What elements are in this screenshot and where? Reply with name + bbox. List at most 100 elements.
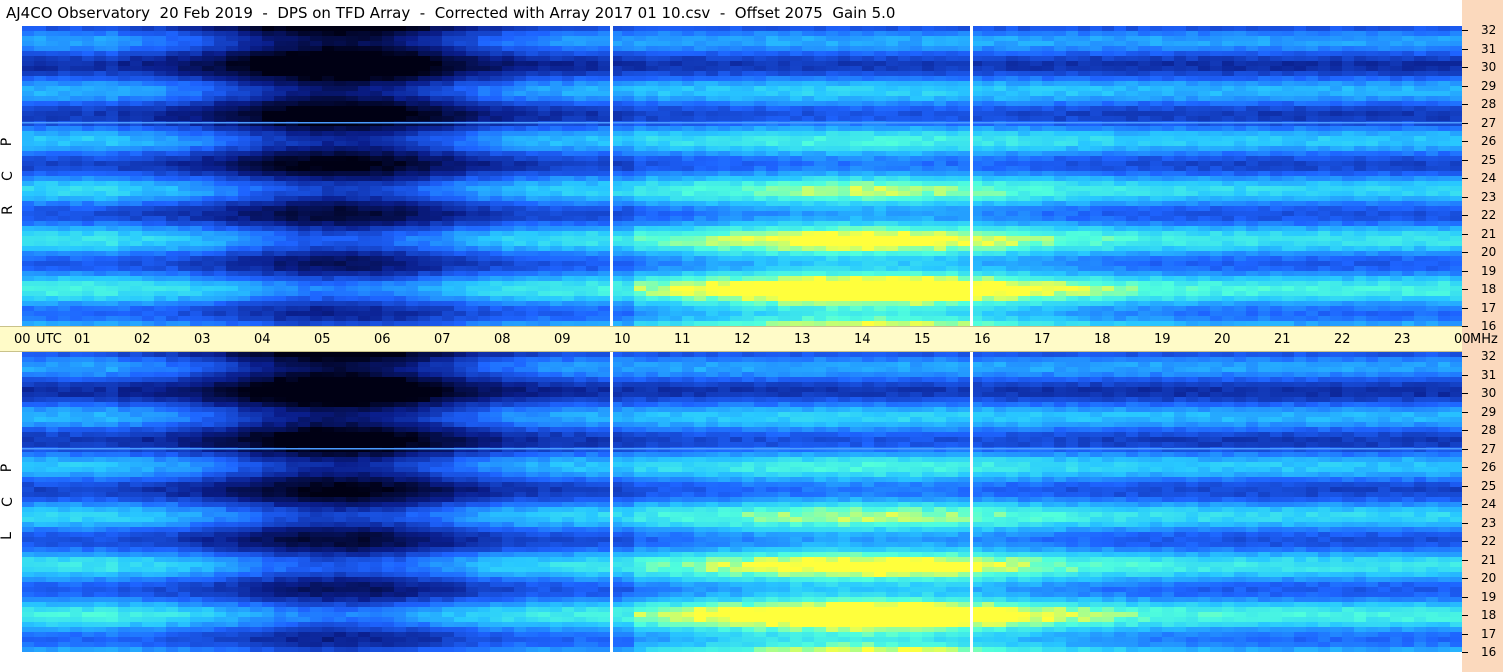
spectrogram-cell (70, 226, 83, 232)
spectrogram-cell (1114, 206, 1127, 212)
spectrogram-cell (682, 26, 695, 32)
spectrogram-cell (706, 151, 719, 157)
spectrogram-cell (646, 81, 659, 87)
spectrogram-cell (826, 176, 839, 182)
spectrogram-cell (226, 61, 239, 67)
spectrogram-cell (1042, 206, 1055, 212)
spectrogram-cell (1342, 166, 1355, 172)
spectrogram-cell (250, 201, 263, 207)
spectrogram-cell (322, 171, 335, 177)
spectrogram-cell (130, 101, 143, 107)
spectrogram-cell (814, 171, 827, 177)
spectrogram-cell (58, 171, 71, 177)
spectrogram-cell (130, 91, 143, 97)
spectrogram-cell (34, 116, 47, 122)
spectrogram-cell (106, 231, 119, 237)
spectrogram-cell (1426, 81, 1439, 87)
spectrogram-cell (850, 186, 863, 192)
spectrogram-cell (934, 76, 947, 82)
spectrogram-cell (346, 51, 359, 57)
spectrogram-cell (238, 111, 251, 117)
spectrogram-cell (502, 41, 515, 47)
spectrogram-cell (1390, 56, 1403, 62)
spectrogram-cell (46, 96, 59, 102)
spectrogram-cell (226, 201, 239, 207)
spectrogram-cell (1030, 31, 1043, 37)
spectrogram-cell (838, 151, 851, 157)
spectrogram-cell (550, 191, 563, 197)
spectrogram-cell (814, 181, 827, 187)
spectrogram-cell (1150, 196, 1163, 202)
spectrogram-cell (1342, 196, 1355, 202)
spectrogram-cell (106, 151, 119, 157)
spectrogram-cell (190, 66, 203, 72)
spectrogram-cell (226, 226, 239, 232)
spectrogram-cell (406, 216, 419, 222)
spectrogram-cell (1378, 216, 1391, 222)
spectrogram-cell (1006, 56, 1019, 62)
spectrogram-cell (922, 146, 935, 152)
spectrogram-cell (490, 36, 503, 42)
spectrogram-cell (1138, 146, 1151, 152)
spectrogram-cell (706, 96, 719, 102)
spectrogram-cell (1330, 26, 1343, 32)
spectrogram-cell (298, 81, 311, 87)
spectrogram-cell (250, 131, 263, 137)
spectrogram-cell (154, 141, 167, 147)
spectrogram-cell (910, 221, 923, 227)
spectrogram-cell (514, 131, 527, 137)
spectrogram-cell (1450, 81, 1462, 87)
spectrogram-cell (1342, 161, 1355, 167)
spectrogram-cell (850, 86, 863, 92)
spectrogram-cell (274, 86, 287, 92)
spectrogram-cell (406, 141, 419, 147)
spectrogram-cell (946, 76, 959, 82)
spectrogram-cell (478, 126, 491, 132)
spectrogram-cell (574, 81, 587, 87)
spectrogram-cell (1342, 86, 1355, 92)
spectrogram-cell (1438, 206, 1451, 212)
spectrogram-cell (1246, 166, 1259, 172)
spectrogram-cell (1078, 221, 1091, 227)
spectrogram-cell (1102, 91, 1115, 97)
spectrogram-cell (1378, 211, 1391, 217)
spectrogram-cell (406, 161, 419, 167)
spectrogram-cell (670, 131, 683, 137)
spectrogram-cell (1318, 136, 1331, 142)
spectrogram-cell (754, 121, 767, 127)
spectrogram-cell (622, 91, 635, 97)
spectrogram-cell (1198, 26, 1211, 32)
spectrogram-cell (850, 201, 863, 207)
spectrogram-cell (334, 156, 347, 162)
spectrogram-cell (382, 171, 395, 177)
spectrogram-cell (1438, 56, 1451, 62)
spectrogram-cell (898, 56, 911, 62)
spectrogram-cell (1354, 71, 1367, 77)
spectrogram-cell (1126, 106, 1139, 112)
spectrogram-cell (154, 81, 167, 87)
spectrogram-cell (1126, 41, 1139, 47)
spectrogram-cell (154, 56, 167, 62)
spectrogram-cell (742, 231, 755, 237)
spectrogram-cell (502, 136, 515, 142)
spectrogram-cell (634, 126, 647, 132)
spectrogram-cell (874, 166, 887, 172)
spectrogram-cell (1030, 171, 1043, 177)
spectrogram-cell (1246, 201, 1259, 207)
spectrogram-cell (1126, 121, 1139, 127)
spectrogram-cell (1018, 156, 1031, 162)
spectrogram-cell (790, 76, 803, 82)
spectrogram-cell (1342, 61, 1355, 67)
spectrogram-cell (598, 116, 611, 122)
spectrogram-cell (982, 171, 995, 177)
spectrogram-cell (1402, 81, 1415, 87)
spectrogram-cell (418, 111, 431, 117)
spectrogram-cell (1222, 226, 1235, 232)
spectrogram-cell (394, 156, 407, 162)
spectrogram-cell (1282, 161, 1295, 167)
spectrogram-cell (1318, 141, 1331, 147)
spectrogram-cell (1174, 86, 1187, 92)
spectrogram-cell (538, 86, 551, 92)
spectrogram-cell (682, 91, 695, 97)
spectrogram-cell (718, 171, 731, 177)
